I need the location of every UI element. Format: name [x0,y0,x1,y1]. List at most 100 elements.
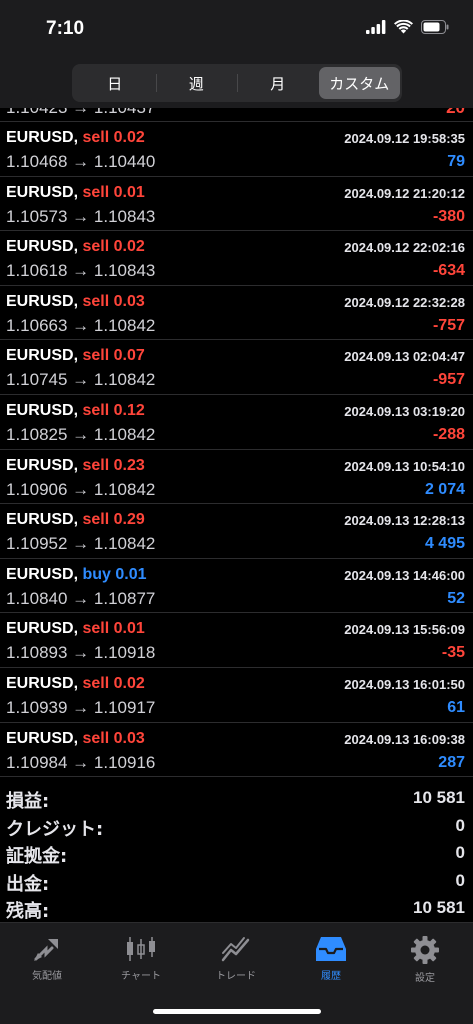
deal-prices: 1.10745 → 1.10842 [6,370,156,390]
deal-volume: sell 0.02 [82,238,145,256]
deal-row[interactable]: EURUSD, sell 0.03 2024.09.13 16:09:38 1.10… [0,723,473,778]
deal-symbol: EURUSD, [6,129,79,146]
deal-profit: -288 [432,425,465,443]
deal-prices: 1.10893 → 1.10918 [6,643,156,663]
deal-row[interactable]: EURUSD, sell 0.07 2024.09.13 02:04:47 1.10… [0,340,473,395]
deal-volume: buy 0.01 [82,565,147,583]
deal-title: EURUSD, sell 0.03 [6,293,145,311]
deal-row[interactable]: EURUSD, sell 0.23 2024.09.13 10:54:10 1.10… [0,450,473,505]
deal-title: EURUSD, sell 0.29 [6,511,145,529]
home-indicator[interactable] [153,1009,321,1014]
tab-label: 履歴 [321,971,341,982]
deal-symbol: EURUSD, [6,401,79,419]
deals-list[interactable]: 1.10423 → 1.10437 20 EURUSD, sell 0.02 20… [0,108,473,778]
tab-history[interactable]: 履歴 [284,929,378,991]
cellular-signal-icon [366,20,386,34]
deal-symbol: EURUSD, [6,456,79,474]
status-icons [366,20,449,34]
deal-prices: 1.10906 → 1.10842 [6,479,156,499]
deal-title: EURUSD, sell 0.23 [6,457,145,475]
deal-symbol: EURUSD, [6,183,79,201]
summary-label: 損益: [6,791,50,812]
tab-day[interactable]: 日 [74,67,156,99]
tab-quotes[interactable]: 気配値 [0,929,94,991]
deal-title: EURUSD, sell 0.03 [6,730,145,748]
tab-custom[interactable]: カスタム [318,67,400,99]
deal-row[interactable]: EURUSD, sell 0.01 2024.09.13 15:56:09 1.10… [0,613,473,668]
deal-title: EURUSD, sell 0.02 [6,238,145,256]
deal-title: EURUSD, sell 0.02 [6,675,145,693]
tab-month[interactable]: 月 [237,67,319,99]
tab-chart[interactable]: チャート [94,929,188,991]
deal-row[interactable]: EURUSD, buy 0.01 2024.09.13 14:46:00 1.108… [0,559,473,614]
deal-volume: sell 0.12 [82,401,145,419]
deal-row[interactable]: EURUSD, sell 0.02 2024.09.12 19:58:35 1.10… [0,122,473,177]
deal-profit: -634 [432,262,465,280]
tab-label: チャート [121,971,161,982]
summary-profit-row: 損益: 10 581 [0,785,473,813]
deal-row[interactable]: EURUSD, sell 0.01 2024.09.12 21:20:12 1.10… [0,177,473,232]
deal-symbol: EURUSD, [6,292,79,310]
history-inbox-icon [316,937,346,961]
deal-time: 2024.09.13 15:56:09 [344,622,465,638]
deal-prices: 1.10663 → 1.10842 [6,315,156,335]
deal-volume: sell 0.03 [82,292,145,310]
summary-label: 証拠金: [6,846,68,867]
gear-icon [411,936,439,964]
deal-prices: 1.10825 → 1.10842 [6,424,156,444]
tab-week[interactable]: 週 [155,67,238,99]
deal-prices: 1.10840 → 1.10877 [6,588,156,608]
deal-volume: sell 0.02 [82,129,145,146]
deal-title: EURUSD, sell 0.07 [6,347,145,365]
deal-time: 2024.09.13 16:01:50 [344,676,465,692]
deal-profit: 20 [446,108,465,118]
deal-row[interactable]: EURUSD, sell 0.29 2024.09.13 12:28:13 1.10… [0,504,473,559]
summary-label: クレジット: [6,818,104,840]
deal-symbol: EURUSD, [6,511,79,529]
deal-profit: 2 074 [424,480,465,498]
deal-time: 2024.09.12 22:02:16 [344,240,465,256]
deal-volume: sell 0.07 [82,347,145,365]
deal-prices: 1.10618 → 1.10843 [6,261,156,281]
deal-row-partial[interactable]: 1.10423 → 1.10437 20 [0,108,473,122]
status-bar: 7:10 [0,0,473,56]
status-time: 7:10 [46,18,85,39]
deal-profit: 4 495 [424,535,465,553]
deal-title: EURUSD, sell 0.02 [6,129,145,147]
trade-line-icon [221,937,250,962]
deal-row[interactable]: EURUSD, sell 0.02 2024.09.13 16:01:50 1.10… [0,668,473,723]
quotes-arrows-icon [34,939,58,961]
deal-profit: 79 [447,153,465,170]
summary-label: 出金: [6,873,50,895]
tab-trade[interactable]: トレード [189,929,283,991]
deal-symbol: EURUSD, [6,347,79,365]
summary-value: 10 581 [413,788,465,807]
deal-time: 2024.09.13 14:46:00 [344,567,465,583]
tab-label: 気配値 [32,971,62,982]
summary-credit-row: クレジット: 0 [0,813,473,841]
deal-prices: 1.10952 → 1.10842 [6,534,156,554]
summary-value: 0 [455,870,465,890]
deal-time: 2024.09.12 21:20:12 [344,185,465,201]
deal-row[interactable]: EURUSD, sell 0.12 2024.09.13 03:19:20 1.10… [0,395,473,450]
summary-value: 10 581 [413,898,465,917]
deal-row[interactable]: EURUSD, sell 0.02 2024.09.12 22:02:16 1.10… [0,231,473,286]
deal-time: 2024.09.12 19:58:35 [344,131,465,146]
deal-prices: 1.10573 → 1.10843 [6,206,156,226]
deal-volume: sell 0.01 [82,183,145,201]
deal-prices: 1.10423 → 1.10437 [6,108,155,118]
summary-balance-row: 残高: 10 581 [0,895,473,923]
deal-profit: -35 [441,644,465,662]
deal-row[interactable]: EURUSD, sell 0.03 2024.09.12 22:32:28 1.10… [0,286,473,341]
tab-settings[interactable]: 設定 [378,929,472,991]
deal-profit: 287 [438,753,465,771]
summary-margin-row: 証拠金: 0 [0,840,473,868]
deal-volume: sell 0.23 [82,456,145,474]
deal-symbol: EURUSD, [6,674,79,692]
summary-label: 残高: [6,901,50,922]
account-summary: 損益: 10 581 クレジット: 0 証拠金: 0 出金: 0 残高: 10 … [0,785,473,923]
deal-title: EURUSD, buy 0.01 [6,566,147,584]
deal-volume: sell 0.02 [82,674,145,692]
deal-title: EURUSD, sell 0.01 [6,184,145,202]
deal-time: 2024.09.12 22:32:28 [344,294,465,310]
